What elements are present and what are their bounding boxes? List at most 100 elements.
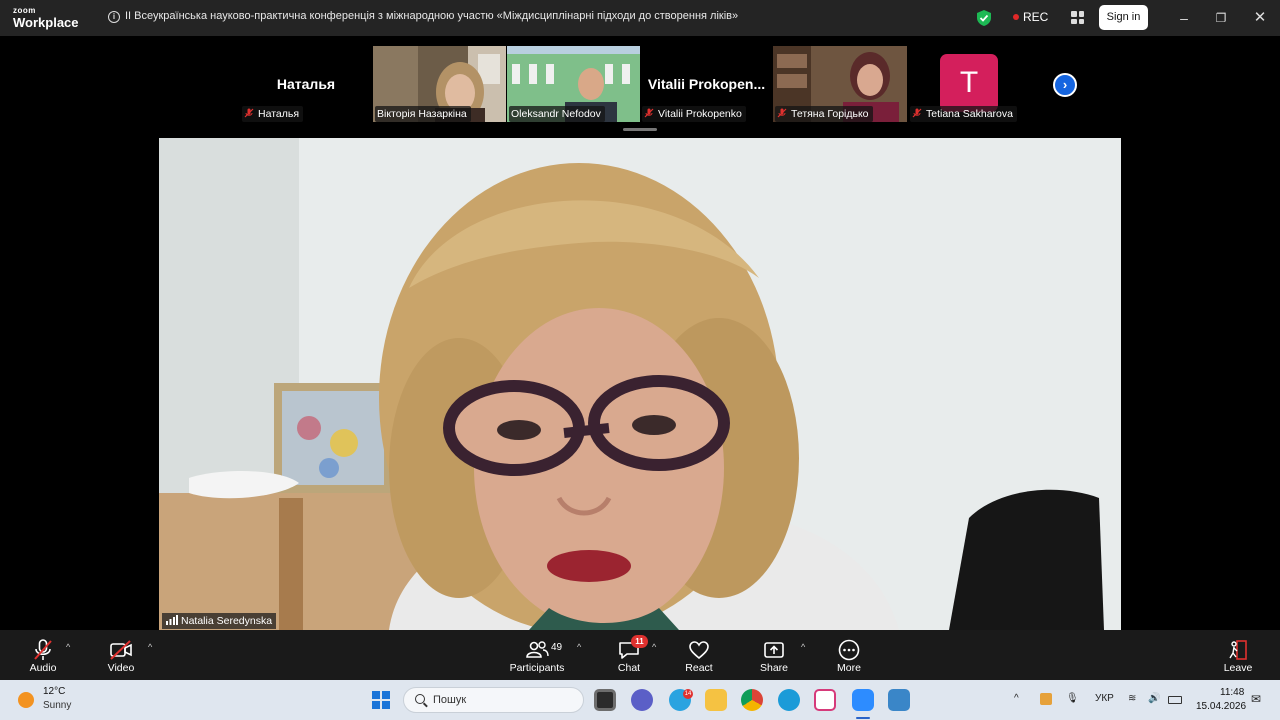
muted-mic-icon bbox=[644, 108, 654, 118]
meeting-controls-bar: Audio ^ Video ^ Participants 49 ^ Chat 1… bbox=[0, 630, 1280, 680]
photos-app-icon[interactable] bbox=[888, 689, 910, 711]
speaker-video-frame bbox=[159, 138, 1121, 630]
video-button[interactable]: Video bbox=[86, 636, 156, 674]
participants-count: 49 bbox=[551, 642, 563, 653]
logo-top-text: zoom bbox=[13, 6, 36, 15]
participant-tile[interactable]: Вікторія Назаркіна bbox=[373, 46, 506, 122]
participant-label: Вікторія Назаркіна bbox=[375, 106, 471, 122]
participant-label: Тетяна Горідько bbox=[775, 106, 873, 122]
speaker-name-label: Natalia Seredynska bbox=[162, 613, 277, 629]
rec-dot-icon bbox=[1013, 13, 1019, 20]
participant-name: Tetiana Sakharova bbox=[926, 108, 1013, 120]
participant-tile[interactable]: Vitalii Prokopen... Vitalii Prokopenko bbox=[640, 46, 773, 122]
participant-label: Наталья bbox=[242, 106, 304, 122]
participants-options-caret-icon[interactable]: ^ bbox=[577, 642, 581, 652]
taskbar-search-box[interactable]: Пошук bbox=[403, 687, 584, 713]
snipping-tool-icon[interactable] bbox=[814, 689, 836, 711]
show-hidden-icons-chevron-icon[interactable]: ^ bbox=[1014, 693, 1019, 704]
teams-chat-icon[interactable] bbox=[631, 689, 653, 711]
clock-date[interactable]: 15.04.2026 bbox=[1196, 701, 1246, 712]
strip-resize-handle[interactable] bbox=[623, 128, 657, 131]
video-label: Video bbox=[107, 662, 135, 674]
clock-time[interactable]: 11:48 bbox=[1220, 687, 1244, 698]
windows-taskbar: 12°C Sunny Пошук 14 ^ 🎙 УКР ≋ 🔊 11:48 15… bbox=[0, 680, 1280, 720]
heart-icon bbox=[689, 641, 709, 660]
participant-tile[interactable]: T Tetiana Sakharova bbox=[908, 46, 1040, 122]
wifi-icon[interactable]: ≋ bbox=[1128, 693, 1136, 704]
recording-indicator[interactable]: REC bbox=[1013, 10, 1048, 24]
microphone-tray-icon[interactable]: 🎙 bbox=[1066, 693, 1079, 704]
react-label: React bbox=[685, 662, 713, 674]
search-icon bbox=[415, 694, 425, 704]
next-page-chevron-icon[interactable]: › bbox=[1053, 73, 1077, 97]
participant-label: Vitalii Prokopenko bbox=[642, 106, 746, 122]
participant-label: Tetiana Sakharova bbox=[910, 106, 1017, 122]
task-view-icon[interactable] bbox=[594, 689, 616, 711]
search-placeholder: Пошук bbox=[433, 694, 467, 706]
chat-options-caret-icon[interactable]: ^ bbox=[652, 642, 656, 652]
view-grid-icon[interactable] bbox=[1071, 11, 1084, 24]
participant-name: Oleksandr Nefodov bbox=[511, 108, 601, 120]
audio-options-caret-icon[interactable]: ^ bbox=[66, 642, 70, 652]
edge-icon[interactable] bbox=[778, 689, 800, 711]
rec-label: REC bbox=[1023, 10, 1049, 24]
more-dots-icon bbox=[838, 639, 860, 661]
weather-condition[interactable]: Sunny bbox=[43, 700, 71, 711]
logo-bottom-text: Workplace bbox=[13, 15, 79, 30]
notifications-icon[interactable]: ✉ bbox=[1251, 692, 1261, 706]
active-app-indicator bbox=[856, 717, 870, 719]
file-explorer-icon[interactable] bbox=[705, 689, 727, 711]
muted-mic-icon bbox=[777, 108, 787, 118]
participants-label: Participants bbox=[509, 662, 565, 674]
sign-in-button[interactable]: Sign in bbox=[1099, 5, 1148, 30]
battery-icon[interactable] bbox=[1168, 696, 1182, 704]
share-button[interactable]: Share bbox=[739, 636, 809, 674]
signal-bars-icon bbox=[166, 615, 178, 626]
encryption-shield-icon[interactable] bbox=[977, 10, 991, 26]
react-button[interactable]: React bbox=[664, 636, 734, 674]
meeting-info-icon[interactable]: i bbox=[108, 11, 120, 23]
zoom-window: zoom Workplace i II Всеукраїнська науков… bbox=[0, 0, 1280, 720]
muted-mic-icon bbox=[244, 108, 254, 118]
participants-strip: Наталья Наталья Вікторія Назаркіна Oleks… bbox=[0, 36, 1280, 131]
share-options-caret-icon[interactable]: ^ bbox=[801, 642, 805, 652]
active-speaker-video: Natalia Seredynska bbox=[159, 138, 1121, 630]
participant-name: Вікторія Назаркіна bbox=[377, 108, 467, 120]
participant-tile[interactable]: Тетяна Горідько bbox=[773, 46, 907, 122]
volume-icon[interactable]: 🔊 bbox=[1148, 693, 1160, 704]
telegram-unread-badge: 14 bbox=[683, 689, 693, 699]
weather-sun-icon[interactable] bbox=[18, 692, 34, 708]
speaker-name: Natalia Seredynska bbox=[181, 615, 273, 627]
zoom-app-icon[interactable] bbox=[852, 689, 874, 711]
zoom-logo: zoom Workplace bbox=[13, 6, 79, 30]
participants-icon bbox=[526, 641, 549, 658]
chat-unread-badge: 11 bbox=[631, 635, 648, 648]
share-screen-icon bbox=[764, 642, 784, 658]
participant-name: Vitalii Prokopenko bbox=[658, 108, 742, 120]
meeting-title: II Всеукраїнська науково-практична конфе… bbox=[125, 10, 739, 22]
video-off-icon bbox=[110, 640, 132, 660]
close-icon[interactable]: ✕ bbox=[1250, 8, 1270, 28]
tray-app-icon[interactable] bbox=[1040, 693, 1052, 705]
video-options-caret-icon[interactable]: ^ bbox=[148, 642, 152, 652]
muted-mic-icon bbox=[912, 108, 922, 118]
participant-label: Oleksandr Nefodov bbox=[509, 106, 605, 122]
more-label: More bbox=[837, 662, 861, 674]
participant-name: Наталья bbox=[258, 108, 300, 120]
restore-icon[interactable]: ❐ bbox=[1211, 8, 1231, 28]
chrome-icon[interactable] bbox=[741, 689, 763, 711]
participant-tile[interactable]: Oleksandr Nefodov bbox=[507, 46, 640, 122]
leave-button[interactable]: Leave bbox=[1203, 636, 1273, 674]
minimize-icon[interactable]: – bbox=[1174, 8, 1194, 28]
participant-tile[interactable]: Наталья Наталья bbox=[240, 46, 372, 122]
weather-temperature[interactable]: 12°C bbox=[43, 686, 65, 697]
windows-start-icon[interactable] bbox=[372, 691, 390, 709]
title-bar: zoom Workplace i II Всеукраїнська науков… bbox=[0, 0, 1280, 36]
participant-display-name: Наталья bbox=[276, 76, 336, 92]
avatar: T bbox=[940, 54, 998, 112]
leave-door-icon bbox=[1229, 640, 1247, 660]
more-button[interactable]: More bbox=[814, 636, 884, 674]
participant-display-name: Vitalii Prokopen... bbox=[647, 76, 766, 92]
keyboard-language[interactable]: УКР bbox=[1095, 693, 1114, 704]
audio-label: Audio bbox=[29, 662, 57, 674]
